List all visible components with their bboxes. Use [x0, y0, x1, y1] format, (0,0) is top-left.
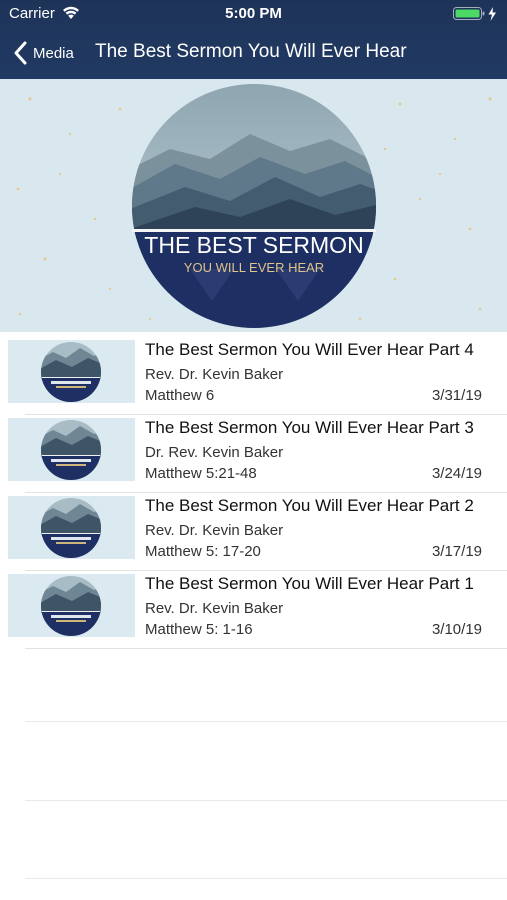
back-button[interactable]: Media	[14, 38, 74, 68]
sermon-list: The Best Sermon You Will Ever Hear Part …	[0, 337, 507, 649]
status-time: 5:00 PM	[225, 5, 282, 22]
sermon-speaker: Rev. Dr. Kevin Baker	[145, 366, 284, 383]
series-banner: THE BEST SERMON YOU WILL EVER HEAR	[0, 79, 507, 332]
sermon-thumbnail	[8, 496, 135, 559]
sermon-speaker: Rev. Dr. Kevin Baker	[145, 600, 284, 617]
sermon-date: 3/24/19	[431, 465, 482, 482]
sermon-speaker: Rev. Dr. Kevin Baker	[145, 522, 284, 539]
sermon-date: 3/31/19	[431, 387, 482, 404]
sermon-row[interactable]: The Best Sermon You Will Ever Hear Part …	[0, 571, 507, 649]
sermon-thumbnail	[8, 340, 135, 403]
empty-row-separator	[25, 721, 507, 722]
status-bar: Carrier 5:00 PM	[0, 0, 507, 28]
sermon-title: The Best Sermon You Will Ever Hear Part …	[145, 574, 474, 593]
chevron-left-icon	[14, 41, 27, 65]
sermon-passage: Matthew 6	[145, 387, 215, 404]
navigation-bar: Media The Best Sermon You Will Ever Hear	[0, 28, 507, 79]
empty-row-separator	[25, 800, 507, 801]
empty-row-separator	[25, 878, 507, 879]
sermon-row[interactable]: The Best Sermon You Will Ever Hear Part …	[0, 337, 507, 415]
top-bar: Carrier 5:00 PM Media The Best Sermon Yo…	[0, 0, 507, 79]
sermon-passage: Matthew 5: 1-16	[145, 621, 253, 638]
charging-bolt-icon	[488, 7, 496, 21]
sermon-passage: Matthew 5: 17-20	[145, 543, 261, 560]
sermon-thumbnail	[8, 418, 135, 481]
sermon-title: The Best Sermon You Will Ever Hear Part …	[145, 340, 474, 359]
banner-subtitle: YOU WILL EVER HEAR	[184, 260, 324, 275]
sermon-row[interactable]: The Best Sermon You Will Ever Hear Part …	[0, 493, 507, 571]
banner-title: THE BEST SERMON	[144, 232, 363, 258]
sermon-passage: Matthew 5:21-48	[145, 465, 257, 482]
sermon-date: 3/17/19	[431, 543, 482, 560]
sermon-speaker: Dr. Rev. Kevin Baker	[145, 444, 284, 461]
page-title: The Best Sermon You Will Ever Hear	[95, 41, 407, 62]
sermon-date: 3/10/19	[431, 621, 482, 638]
battery-icon	[453, 6, 499, 27]
sermon-row[interactable]: The Best Sermon You Will Ever Hear Part …	[0, 415, 507, 493]
sermon-title: The Best Sermon You Will Ever Hear Part …	[145, 496, 474, 515]
back-button-label: Media	[33, 44, 74, 62]
sermon-title: The Best Sermon You Will Ever Hear Part …	[145, 418, 474, 437]
series-artwork: THE BEST SERMON YOU WILL EVER HEAR	[16, 84, 492, 328]
sermon-thumbnail	[8, 574, 135, 637]
row-separator	[25, 648, 507, 649]
